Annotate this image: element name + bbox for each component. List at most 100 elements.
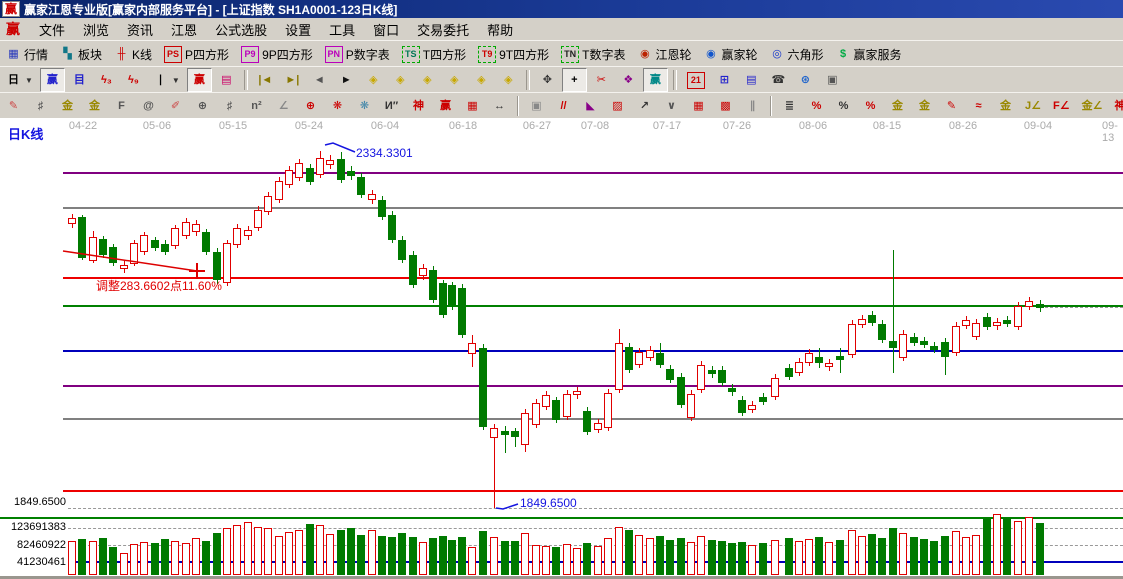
wave-segments-9-button[interactable]: ϟ₉	[121, 68, 146, 92]
volume-profile-button[interactable]: ▤	[214, 68, 239, 92]
p-number-table-label: P数字表	[345, 47, 390, 62]
kline-chart-button[interactable]: ╫ K线	[109, 42, 157, 66]
winner-chart-blue-button[interactable]: 赢	[39, 68, 65, 92]
fan-box-purple-button[interactable]: ◣	[578, 94, 603, 118]
fan-lines-red-button[interactable]: //	[551, 94, 576, 118]
web-box-red-button[interactable]: ▨	[605, 94, 630, 118]
spider-web-blue-button[interactable]: ❋	[352, 94, 377, 118]
menu-item-江恩[interactable]: 江恩	[162, 21, 206, 40]
calendar-button[interactable]: 21	[682, 68, 710, 92]
gann-time-grid-button[interactable]: ♯	[28, 94, 53, 118]
gold-ratio-grid-2-button[interactable]: 金	[82, 94, 107, 118]
zoom-all-button[interactable]: ◈	[496, 68, 521, 92]
draw-pen-grid-button[interactable]: ✐	[163, 94, 188, 118]
zigzag-lines-button[interactable]: ∨	[659, 94, 684, 118]
menu-item-工具[interactable]: 工具	[320, 21, 364, 40]
wave-segments-3-button[interactable]: ϟ₃	[94, 68, 119, 92]
angle-j-button[interactable]: J∠	[1020, 94, 1046, 118]
draw-knife-button[interactable]: ✎	[1, 94, 26, 118]
printer-button[interactable]: ▣	[820, 68, 845, 92]
win-grid-button[interactable]: 赢	[433, 94, 458, 118]
wave-band-red-button[interactable]: ≈	[966, 94, 991, 118]
winner-chart-red-button[interactable]: 赢	[186, 68, 212, 92]
crosshair-tool-button[interactable]: +	[561, 68, 587, 92]
wave-mark-button[interactable]: И″	[379, 94, 404, 118]
n-square-grid-button[interactable]: n²	[244, 94, 269, 118]
candle-style-selector-dropdown-arrow[interactable]: ▼	[172, 76, 180, 85]
menu-item-窗口[interactable]: 窗口	[364, 21, 408, 40]
tick-grid-button[interactable]: ♯	[217, 94, 242, 118]
angle-f-button[interactable]: F∠	[1048, 94, 1075, 118]
circle-cross-red-button[interactable]: ⊕	[298, 94, 323, 118]
menu-item-公式选股[interactable]: 公式选股	[206, 21, 276, 40]
mirror-angle-button[interactable]: ∠	[271, 94, 296, 118]
menu-item-资讯[interactable]: 资讯	[118, 21, 162, 40]
grid-box-red-1-button[interactable]: ▦	[686, 94, 711, 118]
gold-levels-button[interactable]: 金	[912, 94, 937, 118]
gann-wheel-button[interactable]: ◉ 江恩轮	[632, 42, 696, 66]
fibonacci-grid-button[interactable]: F	[109, 94, 134, 118]
parallel-lines-button[interactable]: ∥	[740, 94, 765, 118]
menu-item-帮助[interactable]: 帮助	[478, 21, 522, 40]
spider-web-red-button[interactable]: ❋	[325, 94, 350, 118]
zoom-out-left-button[interactable]: ◈	[361, 68, 386, 92]
v-expand-button[interactable]: ◈	[469, 68, 494, 92]
t-number-table-button[interactable]: TN T数字表	[556, 42, 630, 66]
grid-box-red-2-button[interactable]: ▩	[713, 94, 738, 118]
spiral-tool-button[interactable]: @	[136, 94, 161, 118]
angle-gold-button[interactable]: 金∠	[1077, 94, 1108, 118]
world-time-button[interactable]: ⊛	[793, 68, 818, 92]
gold-ratio-grid-1-button[interactable]: 金	[55, 94, 80, 118]
p-number-table-button[interactable]: PN P数字表	[320, 42, 395, 66]
quotes-board-button[interactable]: ▦ 行情	[1, 42, 53, 66]
last-page-button[interactable]: ►|	[280, 68, 305, 92]
shen-grid-button[interactable]: 神	[406, 94, 431, 118]
p-square-button[interactable]: PS P四方形	[159, 42, 234, 66]
next-page-button[interactable]: ►	[334, 68, 359, 92]
first-page-button[interactable]: |◄	[253, 68, 278, 92]
menu-item-文件[interactable]: 文件	[30, 21, 74, 40]
zoom-in-right-button[interactable]: ◈	[388, 68, 413, 92]
trend-arrow-lines-button[interactable]: ↗	[632, 94, 657, 118]
menu-item-浏览[interactable]: 浏览	[74, 21, 118, 40]
time-cycle-circle-button[interactable]: ⊕	[190, 94, 215, 118]
menu-item-交易委托[interactable]: 交易委托	[408, 21, 478, 40]
hexagon-chart-button[interactable]: ◎ 六角形	[765, 42, 829, 66]
period-day-selector-button[interactable]: 日 ▼	[1, 68, 38, 92]
percent-plain-button[interactable]: %	[831, 94, 856, 118]
period-day-selector-dropdown-arrow[interactable]: ▼	[25, 76, 33, 85]
angle-measure-tool-button[interactable]: ✂	[589, 68, 614, 92]
winner-service-button[interactable]: $ 赢家服务	[831, 42, 907, 66]
brush-red-button[interactable]: ✎	[939, 94, 964, 118]
phone-dialer-button[interactable]: ☎	[766, 68, 791, 92]
gann-shape-tool-button[interactable]: ❖	[616, 68, 641, 92]
h-expand-button[interactable]: ◈	[415, 68, 440, 92]
h-compress-button[interactable]: ◈	[442, 68, 467, 92]
h-span-arrows-button[interactable]: ↔	[487, 94, 512, 118]
level-list-button[interactable]: ≣	[777, 94, 802, 118]
chart-area[interactable]	[0, 118, 1123, 576]
winner-wheel-button[interactable]: ◉ 赢家轮	[698, 42, 762, 66]
info-panel-button[interactable]: 目	[67, 68, 92, 92]
sector-blocks-button[interactable]: ▚ 板块	[55, 42, 107, 66]
prev-page-button[interactable]: ◄	[307, 68, 332, 92]
angle-shen-button[interactable]: 神∠	[1109, 94, 1123, 118]
t-square-button[interactable]: TS T四方形	[397, 42, 471, 66]
box-measure-button[interactable]: ▣	[524, 94, 549, 118]
candle-style-selector-button[interactable]: ∣ ▼	[148, 68, 185, 92]
9p-square-button[interactable]: P9 9P四方形	[236, 42, 318, 66]
percent-retrace-red-button[interactable]: %	[804, 94, 829, 118]
percent-line-red-button[interactable]: %	[858, 94, 883, 118]
notepad-button[interactable]: ▤	[739, 68, 764, 92]
menu-item-设置[interactable]: 设置	[276, 21, 320, 40]
9t-square-button[interactable]: T9 9T四方形	[473, 42, 554, 66]
first-page-icon: |◄	[258, 73, 273, 86]
calculator-button[interactable]: ⊞	[712, 68, 737, 92]
window-titlebar[interactable]: 赢 赢家江恩专业版[赢家内部服务平台] - [上证指数 SH1A0001-123…	[0, 0, 1123, 18]
world-time-icon: ⊛	[800, 73, 810, 86]
winner-analysis-button[interactable]: 赢	[642, 68, 668, 92]
hand-tool-button[interactable]: ✥	[535, 68, 560, 92]
gold-circle-button[interactable]: 金	[885, 94, 910, 118]
price-time-frame-button[interactable]: ▦	[460, 94, 485, 118]
gold-line-button[interactable]: 金	[993, 94, 1018, 118]
